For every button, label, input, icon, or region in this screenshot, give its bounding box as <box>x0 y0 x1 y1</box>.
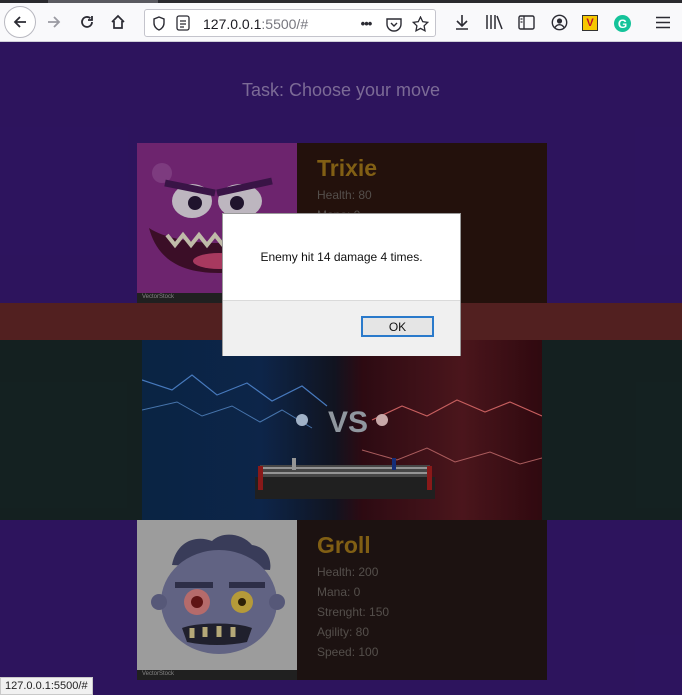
back-button[interactable] <box>4 6 36 38</box>
reload-icon <box>81 16 93 28</box>
ok-button[interactable]: OK <box>361 316 434 337</box>
alert-message: Enemy hit 14 damage 4 times. <box>260 250 423 264</box>
info-icon[interactable] <box>175 15 191 31</box>
url-host: 127.0.0.1 <box>203 16 262 32</box>
status-bar: 127.0.0.1:5500/# <box>0 677 93 695</box>
home-icon <box>111 14 125 29</box>
back-arrow-icon <box>13 16 26 28</box>
sidebar-icon[interactable] <box>516 12 536 32</box>
hamburger-menu-icon[interactable] <box>653 12 673 32</box>
forward-button[interactable] <box>42 10 66 34</box>
url-path: :5500/# <box>261 16 309 32</box>
url-text[interactable]: 127.0.0.1:5500/# <box>203 16 308 32</box>
vivaldi-extension-icon[interactable]: V <box>582 15 598 31</box>
alert-dialog: Enemy hit 14 damage 4 times. OK <box>222 213 461 356</box>
forward-arrow-icon <box>48 16 61 28</box>
home-button[interactable] <box>106 10 130 34</box>
grammarly-extension-icon[interactable]: G <box>614 15 631 32</box>
modal-overlay <box>0 42 682 695</box>
pocket-icon[interactable] <box>385 15 403 33</box>
account-icon[interactable] <box>549 12 569 32</box>
address-bar[interactable]: 127.0.0.1:5500/# ••• <box>144 9 436 37</box>
browser-toolbar: 127.0.0.1:5500/# ••• V G <box>0 3 682 42</box>
library-icon[interactable] <box>484 12 504 32</box>
download-icon[interactable] <box>452 12 472 32</box>
alert-footer: OK <box>223 300 460 356</box>
reload-button[interactable] <box>75 10 99 34</box>
shield-icon[interactable] <box>151 15 167 31</box>
page-actions-button[interactable]: ••• <box>355 14 377 32</box>
bookmark-star-icon[interactable] <box>411 15 429 33</box>
